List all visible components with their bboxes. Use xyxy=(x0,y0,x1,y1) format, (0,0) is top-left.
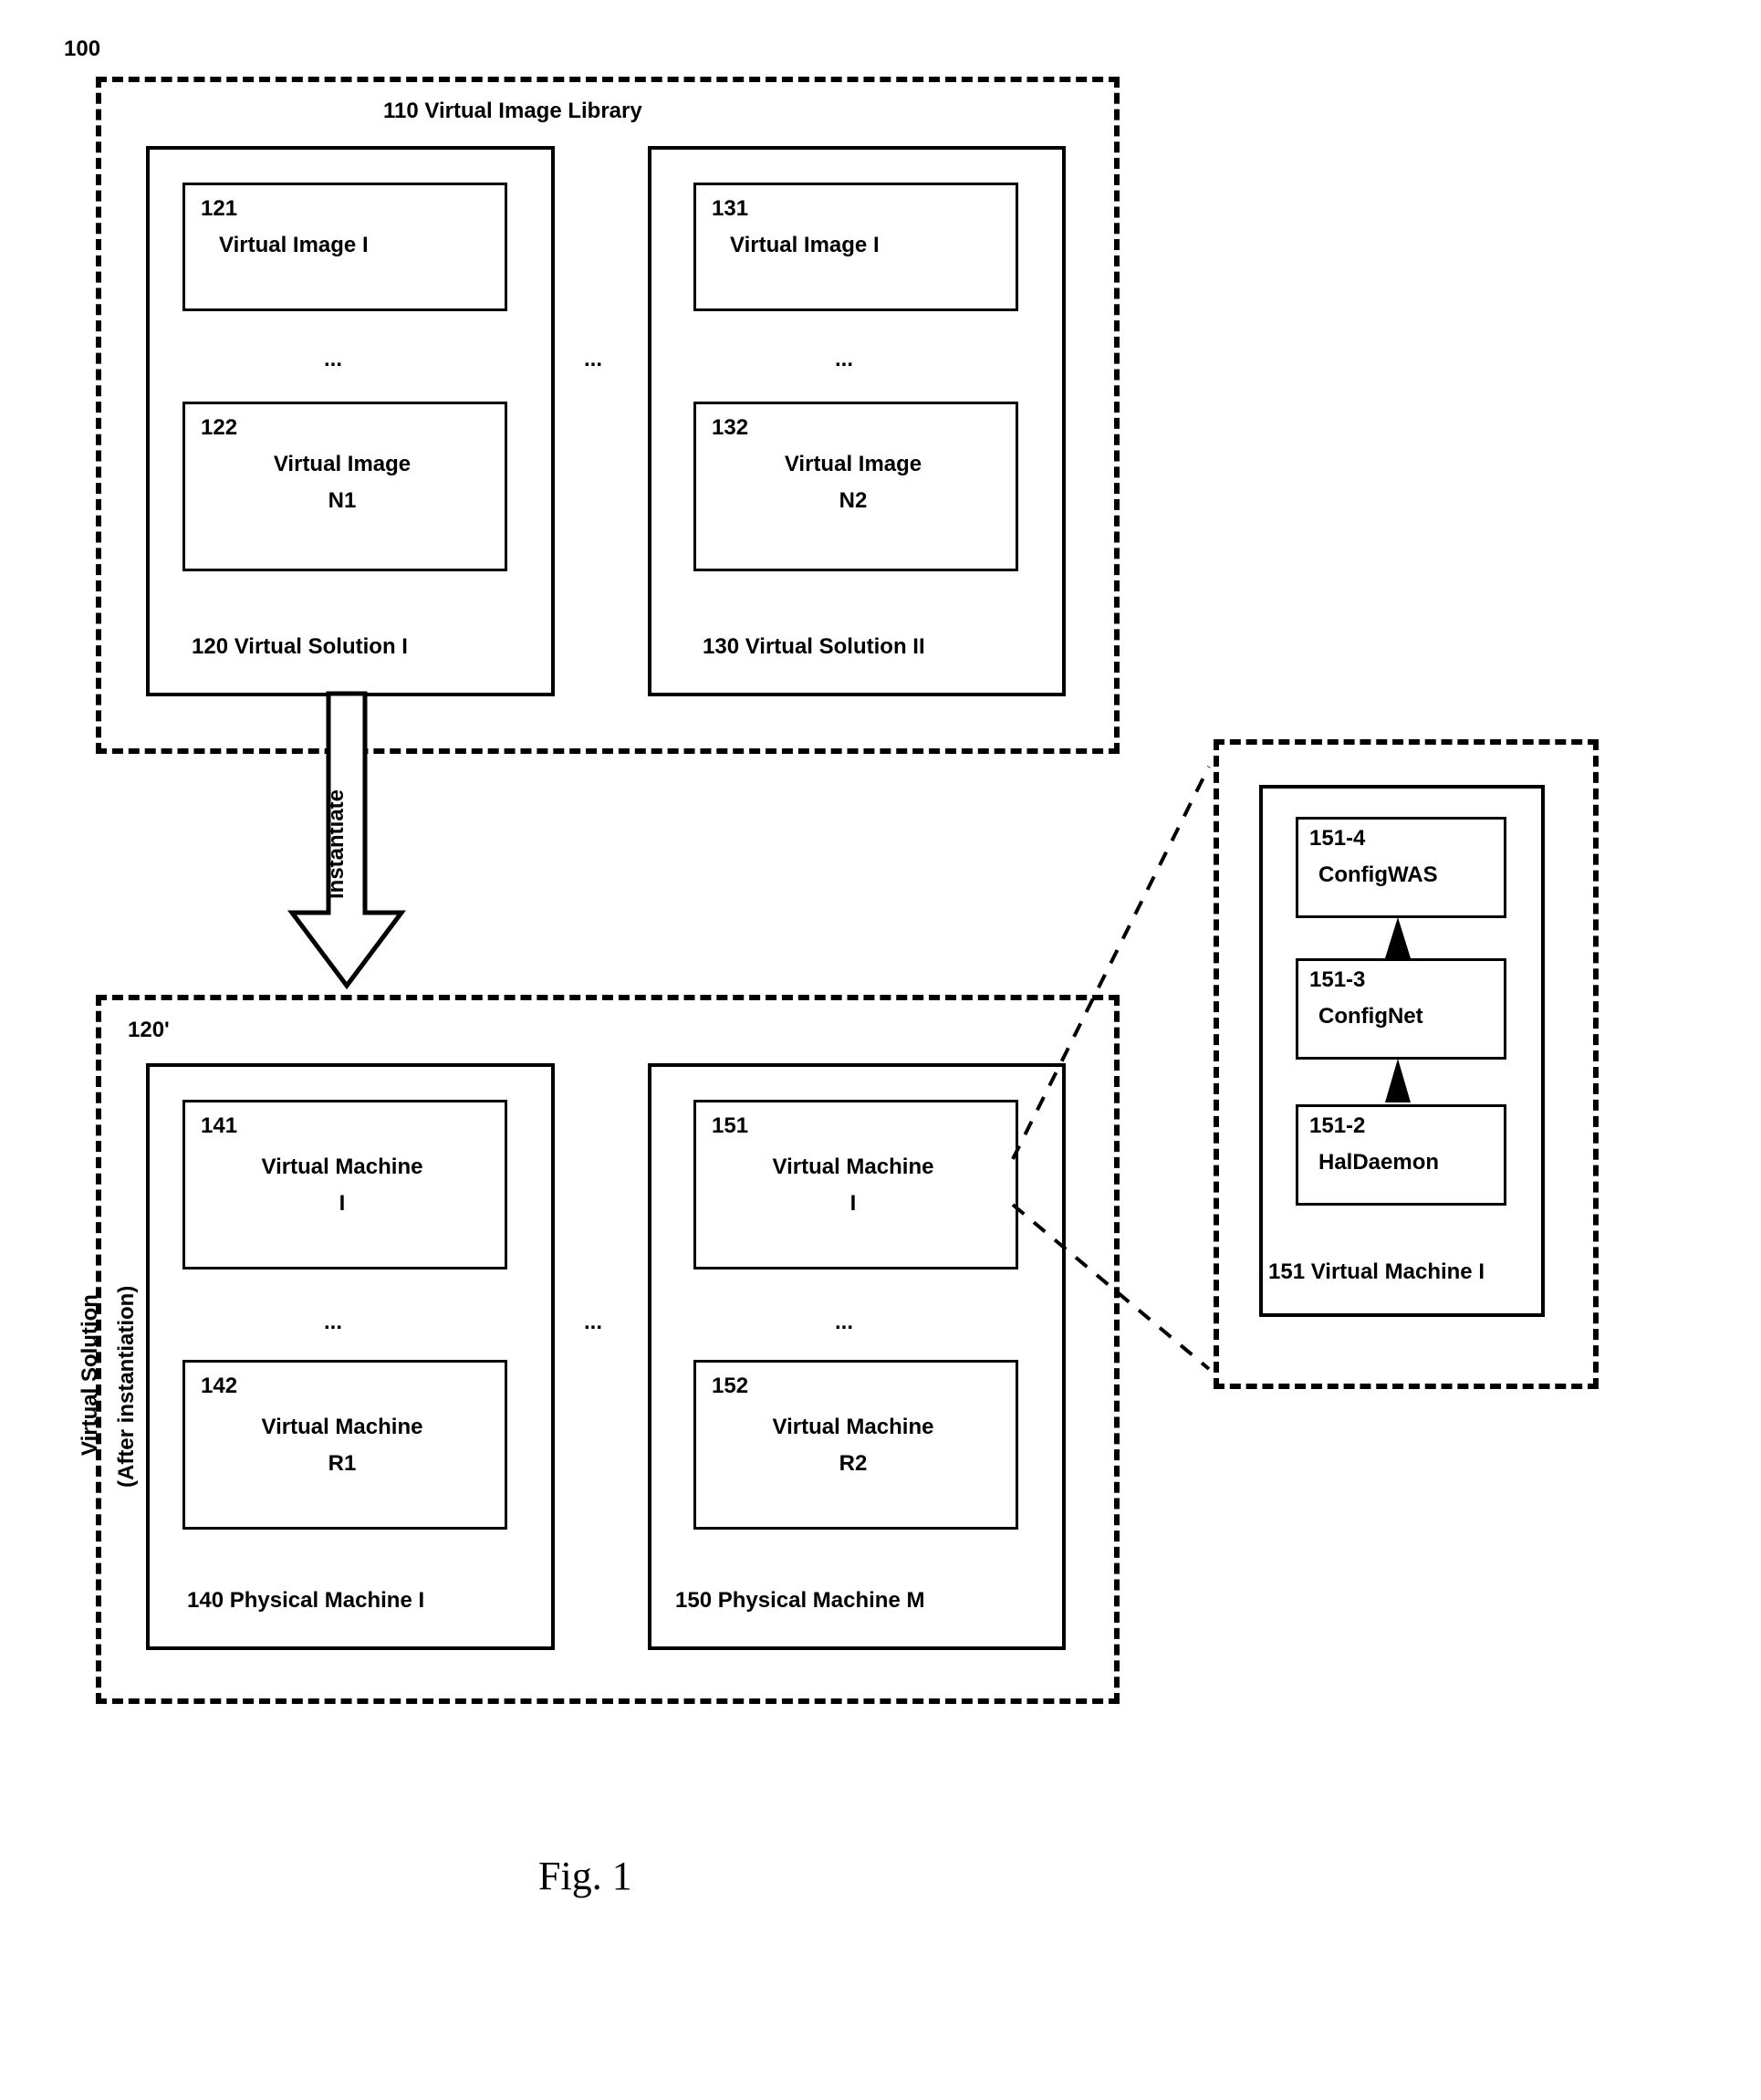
stack-arrows xyxy=(55,37,1706,2044)
figure-label: Fig. 1 xyxy=(538,1853,632,1899)
